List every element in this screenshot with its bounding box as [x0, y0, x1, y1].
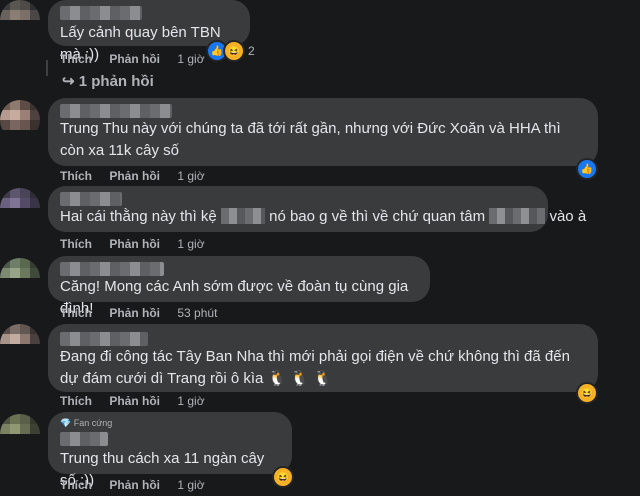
comment-actions: Thích Phản hồi 53 phút: [60, 306, 231, 320]
commenter-name[interactable]: [60, 332, 148, 346]
like-button[interactable]: Thích: [60, 394, 92, 408]
comment-actions: Thích Phản hồi 1 giờ: [60, 478, 219, 492]
comment-bubble: 💎 Fan cứng Trung thu cách xa 11 ngàn cây…: [48, 412, 292, 489]
avatar[interactable]: [0, 324, 40, 364]
timestamp[interactable]: 1 giờ: [177, 52, 204, 66]
like-reaction-icon: 👍: [576, 158, 598, 180]
reaction-count: 2: [248, 44, 255, 58]
comment-bubble: Hai cái thằng này thì kệ nó bao g về thì…: [48, 186, 586, 232]
reply-button[interactable]: Phản hồi: [109, 306, 160, 320]
comment-text: Trung Thu này với chúng ta đã tới rất gầ…: [60, 120, 561, 159]
like-button[interactable]: Thích: [60, 306, 92, 320]
commenter-name[interactable]: [60, 262, 164, 276]
fan-badge: 💎 Fan cứng: [60, 418, 113, 428]
like-button[interactable]: Thích: [60, 237, 92, 251]
reaction-summary[interactable]: 👍: [576, 158, 598, 180]
haha-reaction-icon: 😆: [272, 466, 294, 488]
timestamp[interactable]: 1 giờ: [177, 394, 204, 408]
redacted-mention: [220, 208, 265, 224]
comment-bubble: Đang đi công tác Tây Ban Nha thì mới phả…: [48, 324, 598, 392]
reply-button[interactable]: Phản hồi: [109, 237, 160, 251]
avatar[interactable]: [0, 100, 40, 140]
comment-text: Đang đi công tác Tây Ban Nha thì mới phả…: [60, 348, 570, 387]
comment-text-part: Hai cái thằng này thì kệ: [60, 208, 217, 225]
reply-button[interactable]: Phản hồi: [109, 478, 160, 492]
comment-actions: Thích Phản hồi 1 giờ: [60, 237, 219, 251]
commenter-name[interactable]: [60, 104, 172, 118]
timestamp[interactable]: 1 giờ: [177, 478, 204, 492]
comment-bubble: Trung Thu này với chúng ta đã tới rất gầ…: [48, 98, 598, 166]
view-replies-link[interactable]: ↪ 1 phản hồi: [62, 72, 154, 90]
comment-actions: Thích Phản hồi 1 giờ: [60, 52, 219, 66]
diamond-icon: 💎: [60, 418, 72, 428]
comment-text: Hai cái thằng này thì kệ nó bao g về thì…: [60, 206, 586, 228]
like-button[interactable]: Thích: [60, 169, 92, 183]
commenter-name[interactable]: [60, 192, 122, 206]
avatar[interactable]: [0, 0, 40, 40]
comment-bubble: Căng! Mong các Anh sớm được về đoàn tụ c…: [48, 256, 430, 317]
reply-button[interactable]: Phản hồi: [109, 169, 160, 183]
thread-connector: [46, 60, 48, 76]
reply-button[interactable]: Phản hồi: [109, 394, 160, 408]
commenter-name[interactable]: [60, 6, 142, 20]
avatar[interactable]: [0, 188, 40, 228]
timestamp[interactable]: 1 giờ: [177, 169, 204, 183]
haha-reaction-icon: 😆: [223, 40, 245, 62]
haha-reaction-icon: 😆: [576, 382, 598, 404]
commenter-name[interactable]: [60, 432, 108, 446]
timestamp[interactable]: 53 phút: [177, 306, 217, 320]
comment-text-part: vào à: [549, 208, 587, 225]
reply-button[interactable]: Phản hồi: [109, 52, 160, 66]
like-button[interactable]: Thích: [60, 52, 92, 66]
comment-actions: Thích Phản hồi 1 giờ: [60, 394, 219, 408]
comment-text-part: nó bao g về thì về chứ quan tâm: [269, 208, 486, 225]
like-button[interactable]: Thích: [60, 478, 92, 492]
avatar[interactable]: [0, 258, 40, 298]
redacted-mention: [489, 208, 546, 224]
timestamp[interactable]: 1 giờ: [177, 237, 204, 251]
reaction-summary[interactable]: 😆: [272, 466, 294, 488]
comment-actions: Thích Phản hồi 1 giờ: [60, 169, 219, 183]
reaction-summary[interactable]: 😆: [576, 382, 598, 404]
avatar[interactable]: [0, 414, 40, 454]
